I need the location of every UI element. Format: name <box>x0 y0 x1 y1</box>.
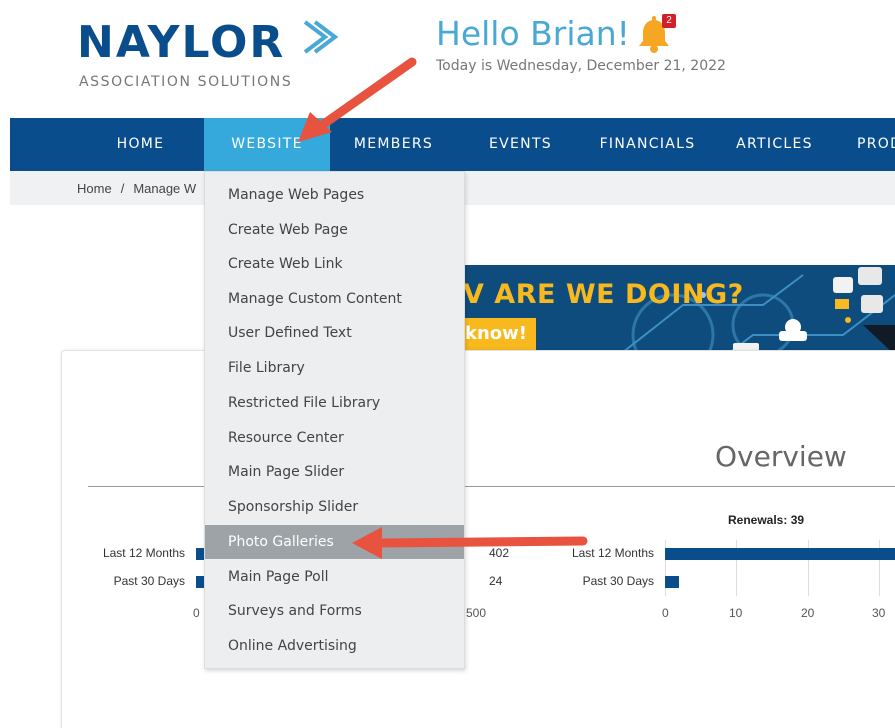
arrow-to-photo-galleries-annotation <box>352 527 588 559</box>
annotation-arrows <box>298 57 588 559</box>
arrow-to-website-annotation <box>298 57 417 142</box>
